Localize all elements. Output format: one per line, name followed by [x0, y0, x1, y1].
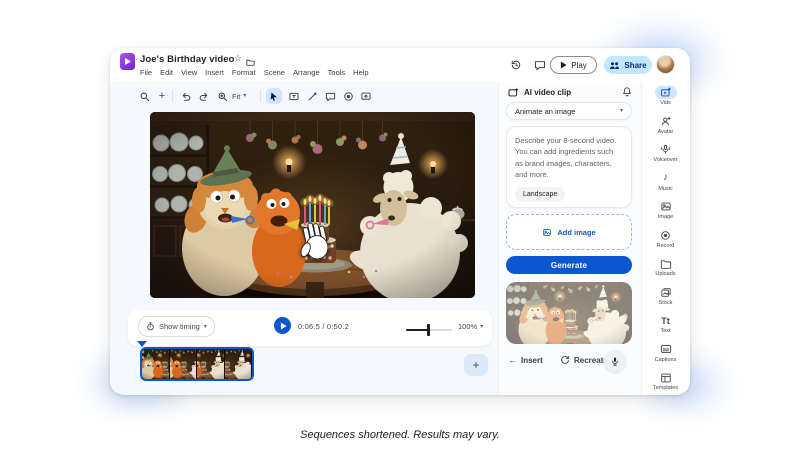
disclaimer-caption: Sequences shortened. Results may vary. — [0, 429, 800, 441]
music-icon: ♪ — [655, 172, 677, 185]
zoom-slider-handle[interactable] — [427, 324, 430, 336]
record-icon — [655, 229, 677, 242]
generated-preview[interactable] — [506, 282, 632, 344]
mode-dropdown[interactable]: Animate an image ▾ — [506, 102, 632, 120]
menu-help[interactable]: Help — [353, 68, 368, 77]
recreate-icon — [560, 355, 570, 365]
sidebar-item-stock[interactable]: Stock — [641, 286, 690, 312]
arrow-left-icon: ← — [508, 355, 517, 365]
menu-tools[interactable]: Tools — [328, 68, 346, 77]
prompt-placeholder: Describe your 8-second video. You can ad… — [515, 135, 623, 180]
select-tool-icon[interactable] — [266, 88, 282, 104]
add-scene-button[interactable]: + — [464, 354, 488, 376]
search-icon[interactable] — [136, 88, 152, 104]
text-icon: Tt — [655, 314, 677, 327]
menu-bar: File Edit View Insert Format Scene Arran… — [140, 68, 369, 77]
zoom-level-dropdown[interactable]: 100% ▾ — [458, 322, 483, 331]
image-icon — [655, 200, 677, 213]
menu-arrange[interactable]: Arrange — [293, 68, 320, 77]
comment-icon[interactable] — [322, 88, 338, 104]
folder-icon — [655, 257, 677, 270]
prompt-input[interactable]: Describe your 8-second video. You can ad… — [506, 126, 632, 208]
text-box-icon[interactable] — [286, 88, 302, 104]
generate-button[interactable]: Generate — [506, 256, 632, 274]
mic-icon — [610, 356, 620, 367]
play-icon — [280, 322, 287, 330]
vids-logo — [120, 53, 135, 70]
sidebar-item-music[interactable]: ♪ Music — [641, 172, 690, 198]
timeline-clip[interactable] — [140, 347, 254, 381]
redo-icon[interactable] — [196, 88, 212, 104]
image-icon — [542, 228, 552, 237]
sidebar-item-record[interactable]: Record — [641, 229, 690, 255]
menu-format[interactable]: Format — [232, 68, 256, 77]
app-window: Joe's Birthday video ☆ File Edit View In… — [110, 48, 690, 395]
zoom-in-icon[interactable] — [214, 88, 230, 104]
stock-icon — [655, 286, 677, 299]
sidebar-item-uploads[interactable]: Uploads — [641, 257, 690, 283]
chevron-down-icon: ▾ — [243, 93, 246, 99]
avatar-icon — [655, 115, 677, 128]
toolbar-divider — [260, 90, 261, 102]
ai-clip-icon — [508, 87, 519, 98]
clip-frame — [142, 349, 170, 379]
webcam-record-icon[interactable] — [340, 88, 356, 104]
chevron-down-icon: ▾ — [204, 324, 207, 330]
show-timing-dropdown[interactable]: Show timing ▾ — [138, 316, 215, 337]
add-image-button[interactable]: Add image — [506, 214, 632, 250]
laser-pointer-icon[interactable] — [304, 88, 320, 104]
video-canvas[interactable] — [150, 112, 475, 298]
sidebar-item-text[interactable]: Tt Text — [641, 314, 690, 340]
clip-frame — [197, 349, 225, 379]
chevron-down-icon: ▾ — [480, 324, 483, 330]
people-icon — [609, 61, 620, 70]
timeline-play-button[interactable] — [274, 317, 291, 334]
star-icon[interactable]: ☆ — [234, 53, 242, 64]
clip-frame — [225, 349, 253, 379]
chevron-down-icon: ▾ — [620, 108, 623, 114]
toolbar-divider — [172, 90, 173, 102]
play-button[interactable]: Play — [550, 56, 597, 74]
menu-scene[interactable]: Scene — [264, 68, 285, 77]
recreate-button[interactable]: Recreate — [560, 354, 608, 366]
fit-dropdown[interactable]: Fit ▾ — [232, 88, 246, 104]
vids-icon — [655, 86, 677, 99]
play-icon — [560, 61, 567, 69]
menu-insert[interactable]: Insert — [205, 68, 224, 77]
aspect-ratio-chip[interactable]: Landscape — [515, 187, 565, 202]
menu-edit[interactable]: Edit — [160, 68, 173, 77]
hand-cursor-icon — [298, 220, 334, 264]
version-history-icon[interactable] — [510, 58, 522, 76]
sidebar-item-vids[interactable]: Vids — [641, 86, 690, 112]
clip-frame — [170, 349, 198, 379]
menu-file[interactable]: File — [140, 68, 152, 77]
account-avatar[interactable] — [656, 55, 675, 74]
undo-icon[interactable] — [178, 88, 194, 104]
sidebar-item-templates[interactable]: Templates — [641, 371, 690, 395]
templates-icon — [655, 371, 677, 384]
mic-button[interactable] — [604, 350, 626, 372]
screen-share-icon[interactable] — [358, 88, 374, 104]
sidebar-item-image[interactable]: Image — [641, 200, 690, 226]
menu-view[interactable]: View — [181, 68, 197, 77]
ai-panel-header: AI video clip — [508, 86, 632, 98]
document-title[interactable]: Joe's Birthday video — [140, 54, 235, 65]
insert-button[interactable]: ← Insert — [508, 354, 543, 366]
zoom-slider-fill — [406, 329, 428, 331]
comment-history-icon[interactable] — [534, 58, 546, 76]
timer-icon — [146, 322, 155, 331]
timecode: 0:06.5 / 0:50.2 — [298, 322, 349, 331]
captions-icon — [655, 343, 677, 356]
add-icon[interactable]: + — [154, 88, 170, 104]
sidebar-item-voiceover[interactable]: Voiceover — [641, 143, 690, 169]
share-button[interactable]: Share — [604, 56, 652, 74]
sidebar-item-captions[interactable]: Captions — [641, 343, 690, 369]
voiceover-icon — [655, 143, 677, 156]
sidebar-item-avatar[interactable]: Avatar — [641, 115, 690, 141]
bell-icon[interactable] — [622, 86, 632, 99]
